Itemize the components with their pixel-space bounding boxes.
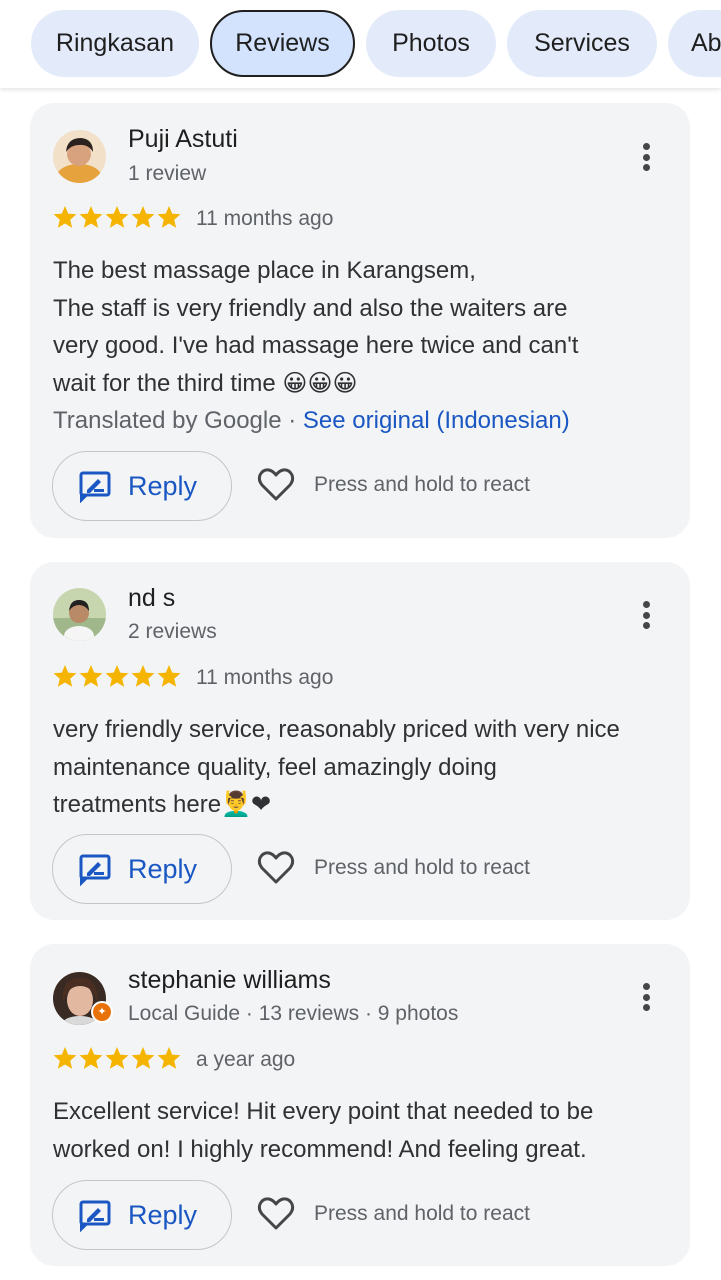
star-icon (79, 665, 103, 687)
review-text-line: worked on! I highly recommend! And feeli… (53, 1135, 587, 1163)
tab-services[interactable]: Services (507, 10, 657, 77)
star-icon (105, 1047, 129, 1069)
star-icon (131, 1047, 155, 1069)
reply-button[interactable]: Reply (52, 834, 232, 904)
reviewer-meta: 2 reviews (128, 620, 217, 643)
react-label: Press and hold to react (314, 473, 530, 496)
reply-label: Reply (128, 1199, 198, 1230)
local-guide-badge-icon: ✦ (91, 1001, 113, 1023)
review-text-line: maintenance quality, feel amazingly doin… (53, 753, 497, 781)
reviewer-meta: 1 review (128, 162, 207, 185)
react-label: Press and hold to react (314, 856, 530, 879)
review-time: 11 months ago (196, 666, 334, 689)
reviewer-meta: Local Guide · 13 reviews · 9 photos (128, 1002, 459, 1025)
translated-by-label: Translated by Google · (53, 407, 303, 434)
reply-label: Reply (128, 470, 198, 501)
react-control[interactable]: Press and hold to react (256, 465, 530, 505)
reply-label: Reply (128, 853, 198, 884)
star-icon (105, 665, 129, 687)
review-text-line: treatments here💆‍♂️❤ (53, 791, 272, 818)
reply-button[interactable]: Reply (52, 451, 232, 521)
rate-review-icon (78, 1198, 112, 1232)
star-icon (53, 206, 77, 228)
star-icon (157, 1047, 181, 1069)
review-text-line: The staff is very friendly and also the … (53, 294, 568, 322)
star-icon (131, 665, 155, 687)
see-original-link[interactable]: See original (Indonesian) (303, 407, 570, 434)
react-control[interactable]: Press and hold to react (256, 848, 530, 888)
review-time: a year ago (196, 1048, 296, 1071)
review-text-line: Excellent service! Hit every point that … (53, 1098, 594, 1125)
review-time: 11 months ago (196, 207, 334, 230)
heart-outline-icon[interactable] (256, 848, 296, 888)
tab-about[interactable]: Ab (668, 10, 721, 77)
review-text-line: very good. I've had massage here twice a… (53, 332, 579, 359)
star-icon (157, 206, 181, 228)
tab-bar: Ringkasan Reviews Photos Services Ab (0, 0, 721, 88)
star-icon (79, 206, 103, 228)
review-card: Puji Astuti 1 review 11 months ago The b… (30, 103, 690, 538)
react-label: Press and hold to react (314, 1202, 530, 1225)
review-text-line: The best massage place in Karangsem, (53, 257, 476, 284)
reviewer-name[interactable]: nd s (128, 584, 175, 613)
star-icon (53, 665, 77, 687)
reviewer-name[interactable]: stephanie williams (128, 966, 331, 995)
review-text: Excellent service! Hit every point that … (53, 1093, 678, 1168)
translation-note: Translated by Google · See original (Ind… (53, 407, 570, 435)
review-card: ✦ stephanie williams Local Guide · 13 re… (30, 944, 690, 1266)
tab-ringkasan[interactable]: Ringkasan (31, 10, 199, 77)
review-text: The best massage place in Karangsem, The… (53, 252, 678, 402)
review-text-line: very friendly service, reasonably priced… (53, 716, 620, 743)
review-card: nd s 2 reviews 11 months ago very friend… (30, 562, 690, 920)
more-vert-icon[interactable] (634, 977, 658, 1017)
reply-button[interactable]: Reply (52, 1180, 232, 1250)
tab-reviews[interactable]: Reviews (210, 10, 355, 77)
rate-review-icon (78, 852, 112, 886)
star-icon (53, 1047, 77, 1069)
more-vert-icon[interactable] (634, 595, 658, 635)
star-rating (52, 204, 182, 230)
star-icon (157, 665, 181, 687)
reviewer-name[interactable]: Puji Astuti (128, 125, 238, 154)
more-vert-icon[interactable] (634, 137, 658, 177)
star-icon (105, 206, 129, 228)
tab-photos[interactable]: Photos (366, 10, 496, 77)
review-text-line: wait for the third time 😀😀😀 (53, 369, 358, 397)
heart-outline-icon[interactable] (256, 1194, 296, 1234)
review-text: very friendly service, reasonably priced… (53, 711, 678, 824)
rate-review-icon (78, 469, 112, 503)
reviewer-avatar[interactable] (53, 588, 106, 641)
reviewer-avatar[interactable] (53, 130, 106, 183)
star-icon (131, 206, 155, 228)
heart-outline-icon[interactable] (256, 465, 296, 505)
star-rating (52, 1045, 182, 1071)
react-control[interactable]: Press and hold to react (256, 1194, 530, 1234)
star-icon (79, 1047, 103, 1069)
star-rating (52, 663, 182, 689)
